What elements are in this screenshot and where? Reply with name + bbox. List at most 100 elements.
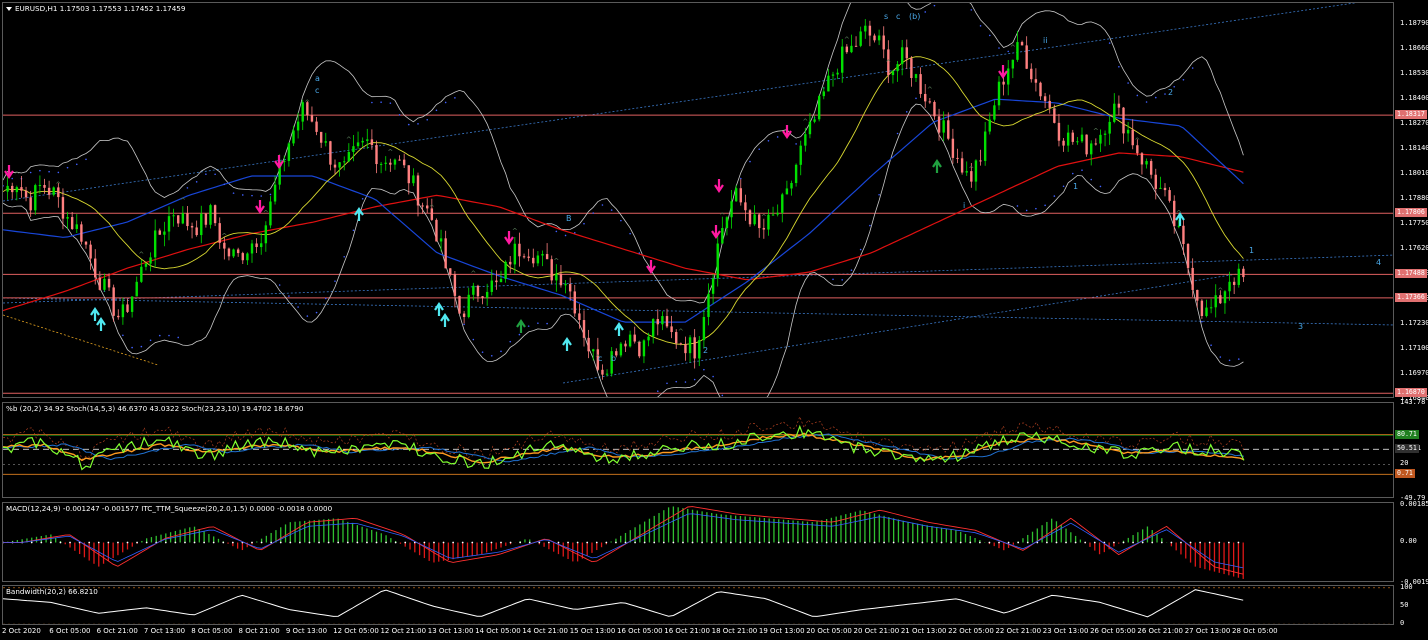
sar-dot [896, 132, 899, 135]
fractal-marker: ^ [346, 136, 352, 144]
price-tick-label: 1.17230 [1400, 319, 1428, 328]
fractal-marker: ^ [55, 181, 61, 189]
candle-body [983, 131, 987, 161]
sar-dot [583, 222, 585, 225]
bandwidth-title: Bandwidth(20,2) 66.8210 [6, 587, 98, 596]
squeeze-dot [404, 541, 407, 544]
squeeze-dot [653, 541, 656, 544]
sar-dot [435, 109, 438, 112]
sar-dot [620, 219, 622, 222]
price-tick-label: 1.17750 [1400, 219, 1428, 228]
candle-body [246, 253, 249, 261]
squeeze-dot [49, 541, 52, 544]
time-tick-label: 27 Oct 13:00 [1184, 627, 1231, 635]
sar-dot [66, 166, 69, 169]
sar-dot [1164, 93, 1166, 95]
squeeze-dot [356, 541, 359, 544]
candle-body [504, 261, 507, 279]
squeeze-dot [854, 541, 857, 544]
candle-body [472, 285, 475, 295]
macd-chart[interactable] [3, 503, 1394, 582]
candle-body [117, 315, 120, 318]
candle-body [453, 274, 457, 296]
candle-body [509, 261, 512, 265]
squeeze-dot [1045, 541, 1048, 544]
squeeze-dot [1189, 541, 1192, 544]
trend-line [3, 314, 159, 366]
macd-title: MACD(12,24,9) -0.001247 -0.001577 ITC_TT… [6, 504, 333, 513]
time-tick-label: 22 Oct 05:00 [948, 627, 994, 635]
dropdown-triangle-icon[interactable] [6, 7, 12, 11]
candle-body [702, 317, 706, 341]
candle-body [1030, 68, 1033, 80]
sell-arrow-icon [4, 165, 14, 179]
price-tick-label: 1.18660 [1400, 44, 1428, 53]
sar-dot [564, 234, 567, 237]
price-panel[interactable]: EURUSD,H1 1.17503 1.17553 1.17452 1.1745… [2, 2, 1394, 398]
candle-body [389, 162, 392, 165]
candle-body [84, 241, 88, 245]
candle-body [1085, 134, 1088, 155]
candle-body [771, 214, 775, 216]
candle-body [960, 158, 964, 173]
candle-body [518, 243, 521, 257]
squeeze-dot [931, 541, 933, 544]
squeeze-dot [279, 541, 282, 544]
candle-body [393, 159, 397, 165]
candle-body [688, 337, 692, 354]
fractal-marker: ^ [1217, 287, 1223, 295]
fractal-marker: ^ [180, 197, 186, 205]
squeeze-dot [902, 541, 905, 544]
candle-body [716, 243, 719, 279]
squeeze-dot [1093, 541, 1096, 544]
squeeze-dot [1132, 541, 1134, 544]
candle-body [204, 213, 208, 225]
sar-dot [85, 158, 87, 161]
candle-body [1126, 129, 1130, 134]
candle-body [287, 143, 291, 161]
sar-dot [214, 173, 216, 176]
bandwidth-panel[interactable]: Bandwidth(20,2) 66.8210 [2, 585, 1394, 625]
squeeze-dot [346, 541, 349, 544]
squeeze-dot [480, 541, 483, 544]
sar-dot [1007, 50, 1010, 53]
time-tick-label: 26 Oct 21:00 [1137, 627, 1184, 635]
candle-body [38, 184, 42, 186]
price-tick-label: 1.18530 [1400, 69, 1428, 78]
price-chart[interactable]: ^^^^^^^^^^^^^^^^^^ ^^^^^^^^^^^^acBc b2s c (b… [3, 3, 1394, 398]
fractal-marker: ^ [512, 228, 518, 236]
sar-dot [1219, 356, 1222, 358]
candle-body [292, 130, 295, 144]
stoch-chart[interactable] [3, 403, 1394, 498]
candle-body [1076, 141, 1079, 143]
stoch-panel[interactable]: %b (20,2) 34.92 Stoch(14,5,3) 46.6370 43… [2, 402, 1394, 498]
candle-body [439, 238, 443, 242]
sar-dot [998, 47, 1000, 49]
candle-body [43, 184, 46, 188]
candle-body [181, 213, 185, 224]
macd-tick-label: 0.001851 [1400, 500, 1428, 508]
candle-body [213, 205, 217, 224]
sar-dot [601, 204, 604, 206]
candle-body [592, 349, 595, 352]
candle-body [624, 343, 627, 347]
sar-dot [1182, 78, 1185, 81]
candle-body [711, 278, 715, 294]
sar-dot [417, 123, 419, 125]
candle-body [947, 120, 950, 139]
squeeze-dot [337, 541, 340, 544]
candle-body [1080, 134, 1084, 142]
price-tick-label: 1.17620 [1400, 244, 1428, 253]
macd-panel[interactable]: MACD(12,24,9) -0.001247 -0.001577 ITC_TT… [2, 502, 1394, 582]
candle-body [333, 164, 337, 168]
sar-dot [1099, 185, 1102, 188]
wave-label: a [315, 74, 320, 83]
fractal-marker: ^ [844, 36, 850, 44]
macd-line [3, 513, 1244, 569]
sar-dot [48, 170, 50, 173]
sar-dot [315, 311, 318, 314]
sar-dot [758, 148, 761, 150]
sar-dot [472, 338, 475, 341]
candle-body [435, 219, 438, 242]
bandwidth-chart[interactable] [3, 586, 1394, 625]
